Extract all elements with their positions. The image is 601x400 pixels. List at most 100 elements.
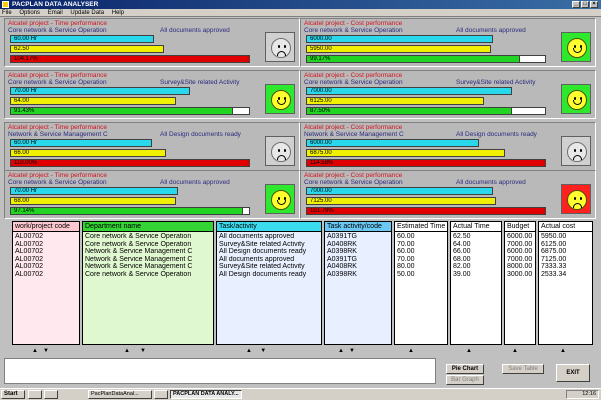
list-item[interactable]: A0408RK [327, 263, 389, 271]
list-item[interactable]: AL00702 [15, 233, 77, 241]
list-item[interactable]: 3000.00 [507, 271, 533, 279]
list-item[interactable]: All documents approved [219, 233, 319, 241]
menu-update-data[interactable]: Update Data [70, 10, 104, 16]
list-item[interactable]: 50.00 [397, 271, 445, 279]
scroll-arrows-budget[interactable]: ▲ [512, 348, 518, 355]
list-item[interactable]: 62.50 [453, 233, 499, 241]
start-button[interactable]: Start [1, 390, 25, 399]
list-item[interactable]: 60.00 [397, 233, 445, 241]
header-cost: Actual cost [538, 221, 593, 231]
list-item[interactable]: 8000.00 [507, 263, 533, 271]
list-item[interactable]: Core network & Service Operation [85, 241, 211, 249]
list-item[interactable]: 68.00 [453, 256, 499, 264]
scroll-arrows-code[interactable]: ▲ ▼ [32, 348, 49, 355]
menu-email[interactable]: Email [48, 10, 63, 16]
scroll-arrows-cost[interactable]: ▲ [560, 348, 566, 355]
list-item[interactable]: 66.00 [453, 248, 499, 256]
list-item[interactable]: 6000.00 [507, 248, 533, 256]
list-item[interactable]: 70.00 [397, 241, 445, 249]
list-item[interactable]: 5950.00 [541, 233, 590, 241]
list-item[interactable]: All Design documents ready [219, 271, 319, 279]
system-tray-clock: 12:16 [566, 390, 599, 399]
scroll-arrows-taskcode[interactable]: ▲ ▼ [338, 348, 355, 355]
list-item[interactable]: All Design documents ready [219, 248, 319, 256]
save-table-button[interactable]: Save Table [502, 364, 544, 374]
list-item[interactable]: AL00702 [15, 271, 77, 279]
list-item[interactable]: 80.00 [397, 263, 445, 271]
taskbar-item-3[interactable] [154, 390, 168, 399]
time-actual-bar: 62.50 [10, 45, 164, 53]
list-item[interactable]: AL00702 [15, 248, 77, 256]
maximize-button[interactable]: □ [581, 1, 589, 8]
list-task[interactable]: All documents approved Survey&Site relate… [216, 231, 322, 345]
list-item[interactable]: Network & Service Management C [85, 248, 211, 256]
list-item[interactable]: Core network & Service Operation [85, 271, 211, 279]
list-item[interactable]: 39.00 [453, 271, 499, 279]
list-item[interactable]: 6875.00 [541, 248, 590, 256]
list-item[interactable]: A0408RK [327, 241, 389, 249]
list-item[interactable]: 6000.00 [507, 233, 533, 241]
list-code[interactable]: AL00702 AL00702 AL00702 AL00702 AL00702 AL007… [12, 231, 80, 345]
panel-title: Alcatel project - Cost performance [304, 20, 403, 27]
time-estimated-bar: 60.00 Hr [10, 35, 154, 43]
list-item[interactable]: Core network & Service Operation [85, 233, 211, 241]
header-task: Task/activity [216, 221, 322, 231]
list-est[interactable]: 60.00 70.00 60.00 70.00 80.00 50.00 [394, 231, 448, 345]
pie-chart-button[interactable]: Pie Chart [446, 364, 484, 374]
message-area[interactable] [4, 358, 436, 384]
menu-file[interactable]: File [2, 10, 12, 16]
minimize-button[interactable]: _ [572, 1, 580, 8]
list-item[interactable]: 7125.00 [541, 256, 590, 264]
list-cost[interactable]: 5950.00 6125.00 6875.00 7125.00 7333.33 2533.… [538, 231, 593, 345]
list-item[interactable]: Survey&Site related Activity [219, 241, 319, 249]
list-item[interactable]: A0391TG [327, 256, 389, 264]
scroll-arrows-task[interactable]: ▲ ▼ [246, 348, 266, 355]
taskbar-item-pacplan-data-anal[interactable]: PacPlanDataAnal... [88, 390, 152, 399]
scroll-arrows-est[interactable]: ▲ [408, 348, 414, 355]
header-code: work/project code [12, 221, 80, 231]
list-actual[interactable]: 62.50 64.00 66.00 68.00 82.00 39.00 [450, 231, 502, 345]
list-item[interactable]: 82.00 [453, 263, 499, 271]
list-item[interactable]: 70.00 [397, 256, 445, 264]
menu-help[interactable]: Help [112, 10, 124, 16]
col-taskcode: Task activity/code A0391TG A0408RK A0398RK… [324, 221, 392, 345]
list-item[interactable]: AL00702 [15, 263, 77, 271]
scroll-arrows-dept[interactable]: ▲ ▼ [124, 348, 146, 355]
list-item[interactable]: 7333.33 [541, 263, 590, 271]
window-titlebar[interactable]: PACPLAN DATA ANALYSER _ □ × [0, 0, 601, 9]
list-item[interactable]: Network & Service Management C [85, 256, 211, 264]
list-item[interactable]: Network & Service Management C [85, 263, 211, 271]
taskbar-quicklaunch-2[interactable] [44, 390, 58, 399]
list-item[interactable]: 2533.34 [541, 271, 590, 279]
performance-panel: Alcatel project - Time performance Netwo… [4, 122, 300, 171]
cost-percentage-bar: 114.58% [306, 159, 546, 167]
scroll-arrows-actual[interactable]: ▲ [466, 348, 472, 355]
list-item[interactable]: A0398RK [327, 248, 389, 256]
list-item[interactable]: 6125.00 [541, 241, 590, 249]
close-button[interactable]: × [590, 1, 598, 8]
taskbar-item-pacplan-data-analyser[interactable]: PACPLAN DATA ANALY... [170, 390, 242, 399]
window-title: PACPLAN DATA ANALYSER [12, 1, 99, 8]
list-item[interactable]: A0391TG [327, 233, 389, 241]
list-item[interactable]: 7000.00 [507, 256, 533, 264]
panel-task: All documents approved [160, 27, 230, 34]
list-item[interactable]: 7000.00 [507, 241, 533, 249]
panel-task: Survey&Site related Activity [160, 79, 240, 86]
list-item[interactable]: All documents approved [219, 256, 319, 264]
list-item[interactable]: AL00702 [15, 241, 77, 249]
col-dept: Department name Core network & Service O… [82, 221, 214, 345]
list-item[interactable]: A0398RK [327, 271, 389, 279]
list-item[interactable]: 60.00 [397, 248, 445, 256]
list-budget[interactable]: 6000.00 7000.00 6000.00 7000.00 8000.00 3000.… [504, 231, 536, 345]
list-item[interactable]: Survey&Site related Activity [219, 263, 319, 271]
list-taskcode[interactable]: A0391TG A0408RK A0398RK A0391TG A0408RK A0398… [324, 231, 392, 345]
bar-graph-button[interactable]: Bar Graph [446, 375, 484, 385]
menu-options[interactable]: Options [19, 10, 40, 16]
exit-button[interactable]: EXIT [556, 364, 590, 382]
panel-department: Core network & Service Operation [304, 79, 403, 86]
list-item[interactable]: AL00702 [15, 256, 77, 264]
list-dept[interactable]: Core network & Service Operation Core net… [82, 231, 214, 345]
header-actual: Actual Time [450, 221, 502, 231]
taskbar-quicklaunch-1[interactable] [28, 390, 42, 399]
list-item[interactable]: 64.00 [453, 241, 499, 249]
